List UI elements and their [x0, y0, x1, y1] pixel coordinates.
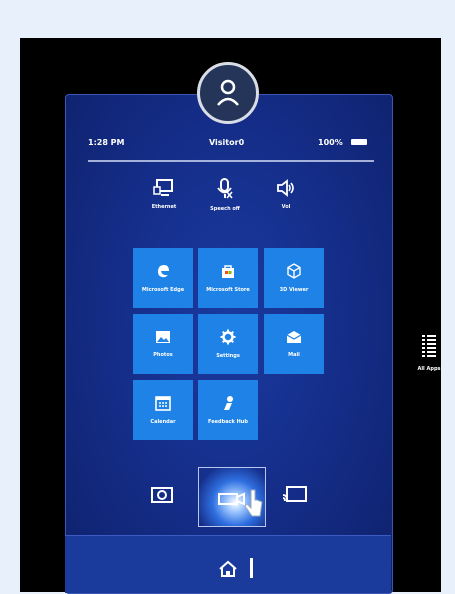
quick-action-speech[interactable]: Speech off — [201, 178, 249, 212]
battery-icon — [351, 139, 367, 145]
status-user: Visitor0 — [209, 138, 245, 147]
settings-gear-icon — [220, 329, 236, 345]
home-icon — [219, 560, 237, 577]
tile-photos[interactable]: Photos — [133, 314, 193, 374]
camera-capture-icon — [151, 487, 173, 503]
tile-settings[interactable]: Settings — [198, 314, 258, 374]
home-button[interactable] — [218, 560, 238, 582]
status-divider — [88, 160, 374, 162]
edge-icon — [158, 265, 169, 278]
user-icon — [217, 79, 239, 106]
hand-pointer-icon — [243, 488, 265, 528]
status-bar: 1:28 PM Visitor0 100% — [88, 136, 376, 152]
photos-icon — [156, 331, 170, 343]
cursor-indicator — [250, 558, 253, 578]
tile-microsoft-store[interactable]: Microsoft Store — [198, 248, 258, 308]
tile-3d-viewer[interactable]: 3D Viewer — [264, 248, 324, 308]
feedback-hub-icon — [224, 396, 233, 410]
camera-button[interactable] — [150, 485, 174, 509]
home-bar — [65, 535, 391, 593]
quick-action-volume[interactable]: Vol — [262, 178, 310, 210]
tile-feedback-hub[interactable]: Feedback Hub — [198, 380, 258, 440]
store-icon — [222, 265, 234, 278]
calendar-icon — [155, 396, 171, 411]
tile-calendar[interactable]: Calendar — [133, 380, 193, 440]
all-apps-list-icon — [422, 335, 436, 357]
mail-icon — [286, 331, 302, 343]
connect-button[interactable] — [282, 485, 308, 509]
quick-action-ethernet[interactable]: Ethernet — [140, 178, 188, 210]
user-avatar[interactable] — [197, 62, 259, 124]
tile-microsoft-edge[interactable]: Microsoft Edge — [133, 248, 193, 308]
cast-screen-icon — [282, 486, 307, 502]
status-battery: 100% — [318, 138, 343, 147]
status-time: 1:28 PM — [88, 138, 125, 147]
ethernet-icon — [153, 179, 173, 196]
microphone-off-icon — [217, 178, 233, 199]
3d-viewer-icon — [287, 263, 301, 279]
volume-icon — [277, 179, 294, 197]
all-apps-button[interactable]: All Apps — [414, 334, 444, 372]
tile-mail[interactable]: Mail — [264, 314, 324, 374]
